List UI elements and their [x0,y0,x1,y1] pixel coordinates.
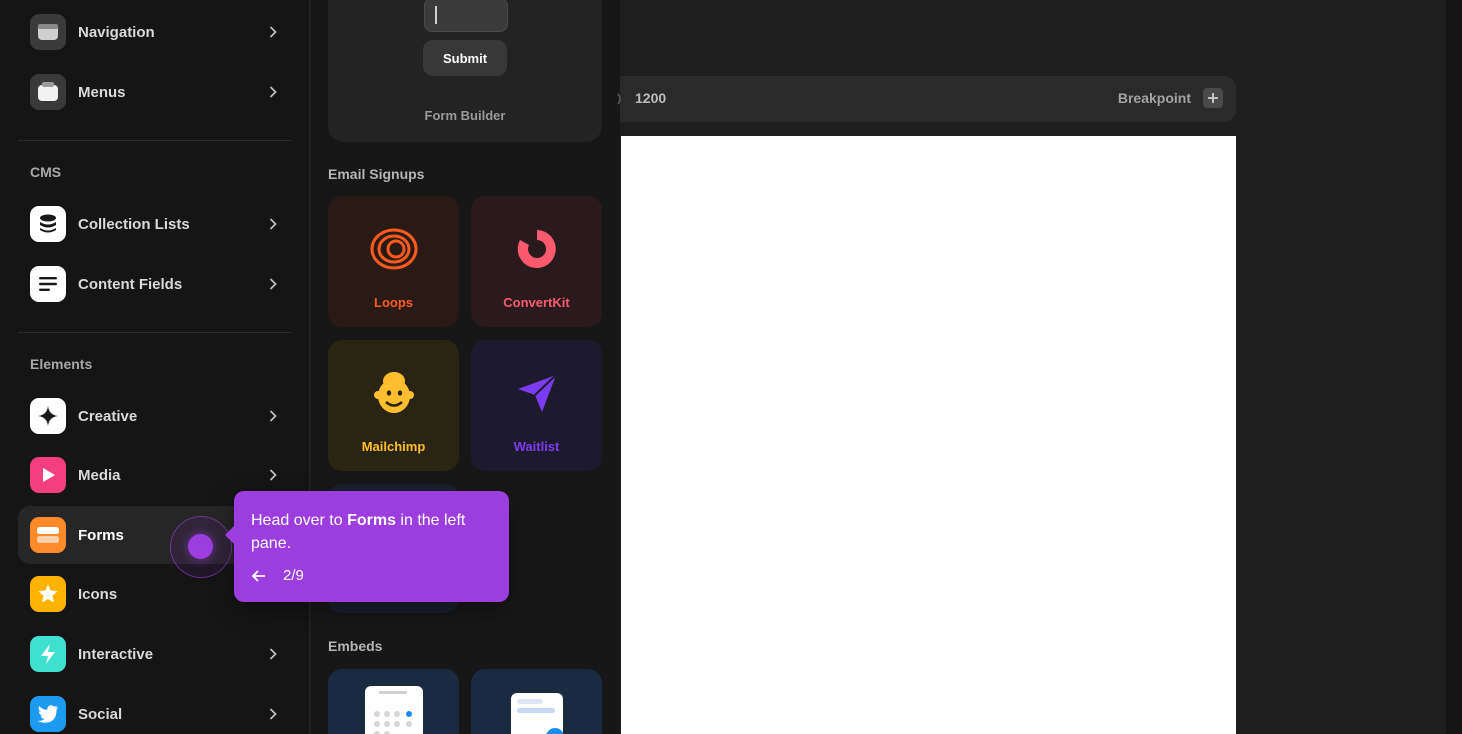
loops-icon [367,222,421,276]
divider [18,140,292,141]
chevron-right-icon [266,468,280,482]
play-icon [30,457,66,493]
sidebar-item-creative[interactable]: Creative [18,387,292,445]
back-arrow-icon[interactable] [251,568,267,584]
chevron-right-icon [266,277,280,291]
form-builder-label: Form Builder [424,108,506,123]
add-breakpoint-button[interactable] [1203,88,1223,108]
sidebar-item-label: Interactive [78,645,154,663]
tooltip-text-bold: Forms [347,512,396,529]
paper-plane-icon [510,366,564,420]
chevron-right-icon [266,25,280,39]
sidebar-item-label: Creative [78,407,138,425]
breakpoint-bar: 1200 Breakpoint [617,76,1236,122]
convertkit-label: ConvertKit [503,295,570,310]
right-edge-panel [1446,0,1462,734]
divider [18,332,292,333]
sidebar-item-interactive[interactable]: Interactive [18,625,292,683]
hotspot-dot[interactable] [188,534,213,559]
form-builder-card[interactable]: Submit Form Builder [328,0,602,142]
sidebar-item-content-fields[interactable]: Content Fields [18,255,292,313]
text-caret [435,6,437,24]
embeds-heading: Embeds [328,638,383,654]
database-icon [30,206,66,242]
sidebar-item-social[interactable]: Social [18,685,292,734]
waitlist-label: Waitlist [513,439,560,454]
embed-calendar-tile[interactable] [328,669,459,734]
sidebar-item-label: Social [78,705,123,723]
convertkit-tile[interactable]: ConvertKit [471,196,602,327]
breakpoint-handle-icon[interactable] [617,91,625,107]
convertkit-icon [510,222,564,276]
walkthrough-tooltip: Head over to Forms in the left pane. 2/9 [225,491,509,602]
mailchimp-label: Mailchimp [361,439,426,454]
text-lines-icon [30,266,66,302]
chevron-right-icon [266,85,280,99]
tooltip-text: Head over to Forms in the left pane. [251,509,496,555]
plus-icon [1208,93,1218,103]
tooltip-text-start: Head over to [251,512,348,529]
elements-panel: Submit Form Builder Email Signups Loops … [311,0,620,734]
form-builder-preview-input [424,0,508,32]
sidebar-item-label: Navigation [78,23,155,41]
embed-chat-tile[interactable] [471,669,602,734]
form-icon [30,517,66,553]
chevron-right-icon [266,217,280,231]
breakpoint-width[interactable]: 1200 [635,90,666,106]
loops-label: Loops [374,295,413,310]
sidebar-item-label: Content Fields [78,275,183,293]
sidebar-item-label: Collection Lists [78,215,190,233]
section-title-cms: CMS [30,164,62,180]
loops-tile[interactable]: Loops [328,196,459,327]
sidebar-item-navigation[interactable]: Navigation [18,3,292,61]
chevron-right-icon [266,647,280,661]
left-sidebar: Navigation Menus CMS Collection Lists Co… [0,0,310,734]
tooltip-step-counter: 2/9 [283,567,304,584]
form-builder-preview-submit: Submit [423,40,507,76]
page-canvas[interactable] [621,136,1236,734]
mailchimp-icon [367,366,421,420]
sidebar-item-collection-lists[interactable]: Collection Lists [18,195,292,253]
sparkle-icon [30,398,66,434]
chat-embed-icon [510,693,563,734]
section-title-elements: Elements [30,356,93,372]
sidebar-item-label: Menus [78,83,126,101]
chevron-right-icon [266,707,280,721]
mailchimp-tile[interactable]: Mailchimp [328,340,459,471]
menus-icon [30,74,66,110]
sidebar-item-menus[interactable]: Menus [18,63,292,121]
tooltip-pointer [225,525,235,545]
sidebar-item-label: Media [78,466,121,484]
star-icon [30,576,66,612]
tooltip-nav: 2/9 [251,567,304,584]
waitlist-tile[interactable]: Waitlist [471,340,602,471]
lightning-icon [30,636,66,672]
calendar-icon [364,686,423,734]
navigation-icon [30,14,66,50]
breakpoint-label[interactable]: Breakpoint [1118,90,1191,106]
twitter-icon [30,696,66,732]
email-signups-heading: Email Signups [328,166,425,182]
chevron-right-icon [266,409,280,423]
